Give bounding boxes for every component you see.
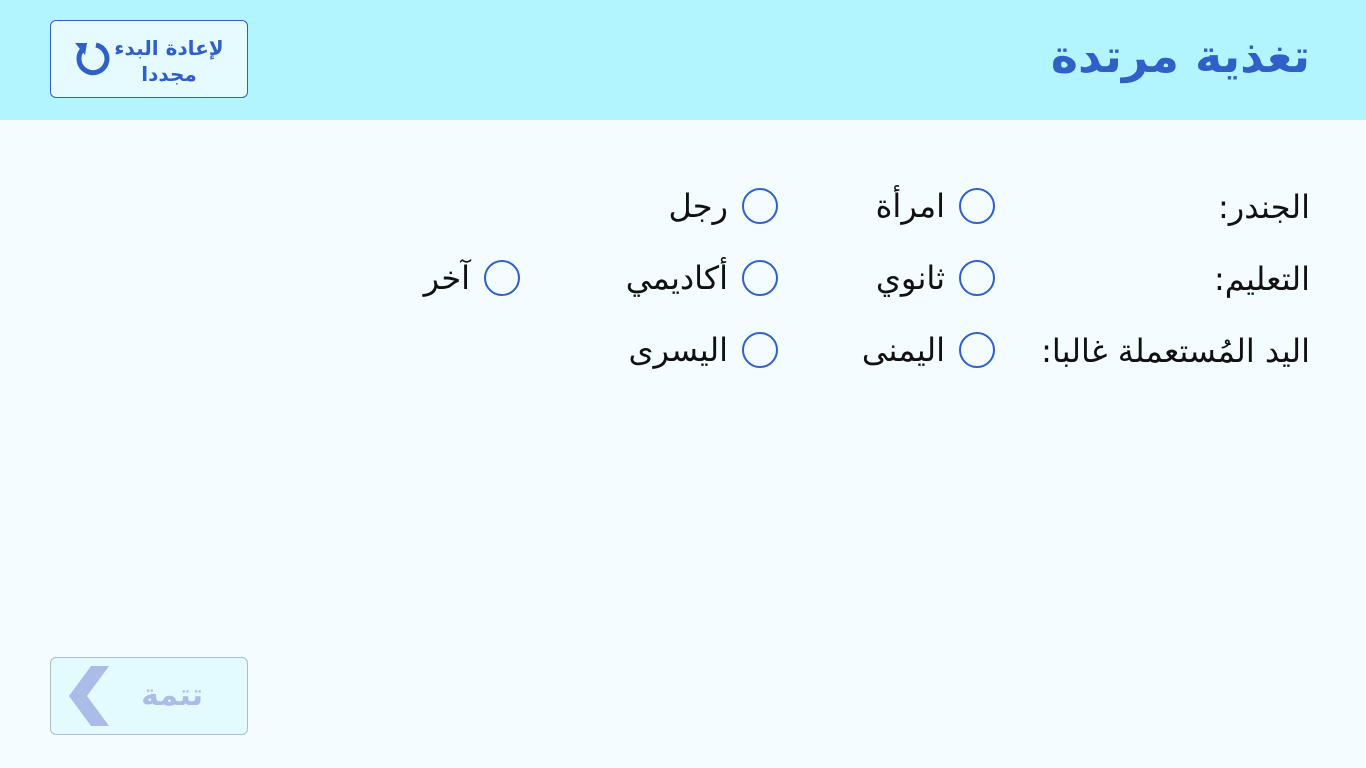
education-option-secondary[interactable]: ثانوي <box>876 259 995 300</box>
education-option-academic[interactable]: أكاديمي <box>626 259 778 300</box>
header-bar: تغذية مرتدة لإعادة البدء مجددا <box>0 0 1366 120</box>
radio-button[interactable] <box>484 260 520 296</box>
chevron-left-icon <box>69 666 109 726</box>
gender-option-man[interactable]: رجل <box>669 187 778 228</box>
radio-button[interactable] <box>742 188 778 224</box>
radio-button[interactable] <box>742 332 778 368</box>
radio-button[interactable] <box>959 332 995 368</box>
gender-option-woman[interactable]: امرأة <box>876 187 995 228</box>
restart-button[interactable]: لإعادة البدء مجددا <box>50 20 248 98</box>
handedness-label: اليد المُستعملة غالبا: <box>1041 332 1310 370</box>
handedness-option-left[interactable]: اليسرى <box>628 331 778 372</box>
radio-button[interactable] <box>742 260 778 296</box>
option-label: أكاديمي <box>625 259 728 297</box>
page: تغذية مرتدة لإعادة البدء مجددا الجندر: ا… <box>0 0 1366 768</box>
radio-button[interactable] <box>959 188 995 224</box>
education-label: التعليم: <box>1213 260 1310 298</box>
next-button[interactable]: تتمة <box>50 657 248 735</box>
option-label: ثانوي <box>875 259 945 297</box>
handedness-option-right[interactable]: اليمنى <box>862 331 995 372</box>
page-title: تغذية مرتدة <box>1050 29 1310 83</box>
restart-label: لإعادة البدء مجددا <box>114 36 224 86</box>
gender-label: الجندر: <box>1218 188 1310 226</box>
option-label: آخر <box>423 259 470 297</box>
option-label: اليسرى <box>628 331 728 369</box>
option-label: رجل <box>668 187 728 225</box>
radio-button[interactable] <box>959 260 995 296</box>
option-label: اليمنى <box>861 331 945 369</box>
next-label: تتمة <box>141 678 203 713</box>
education-option-other[interactable]: آخر <box>424 259 520 300</box>
option-label: امرأة <box>875 187 945 225</box>
